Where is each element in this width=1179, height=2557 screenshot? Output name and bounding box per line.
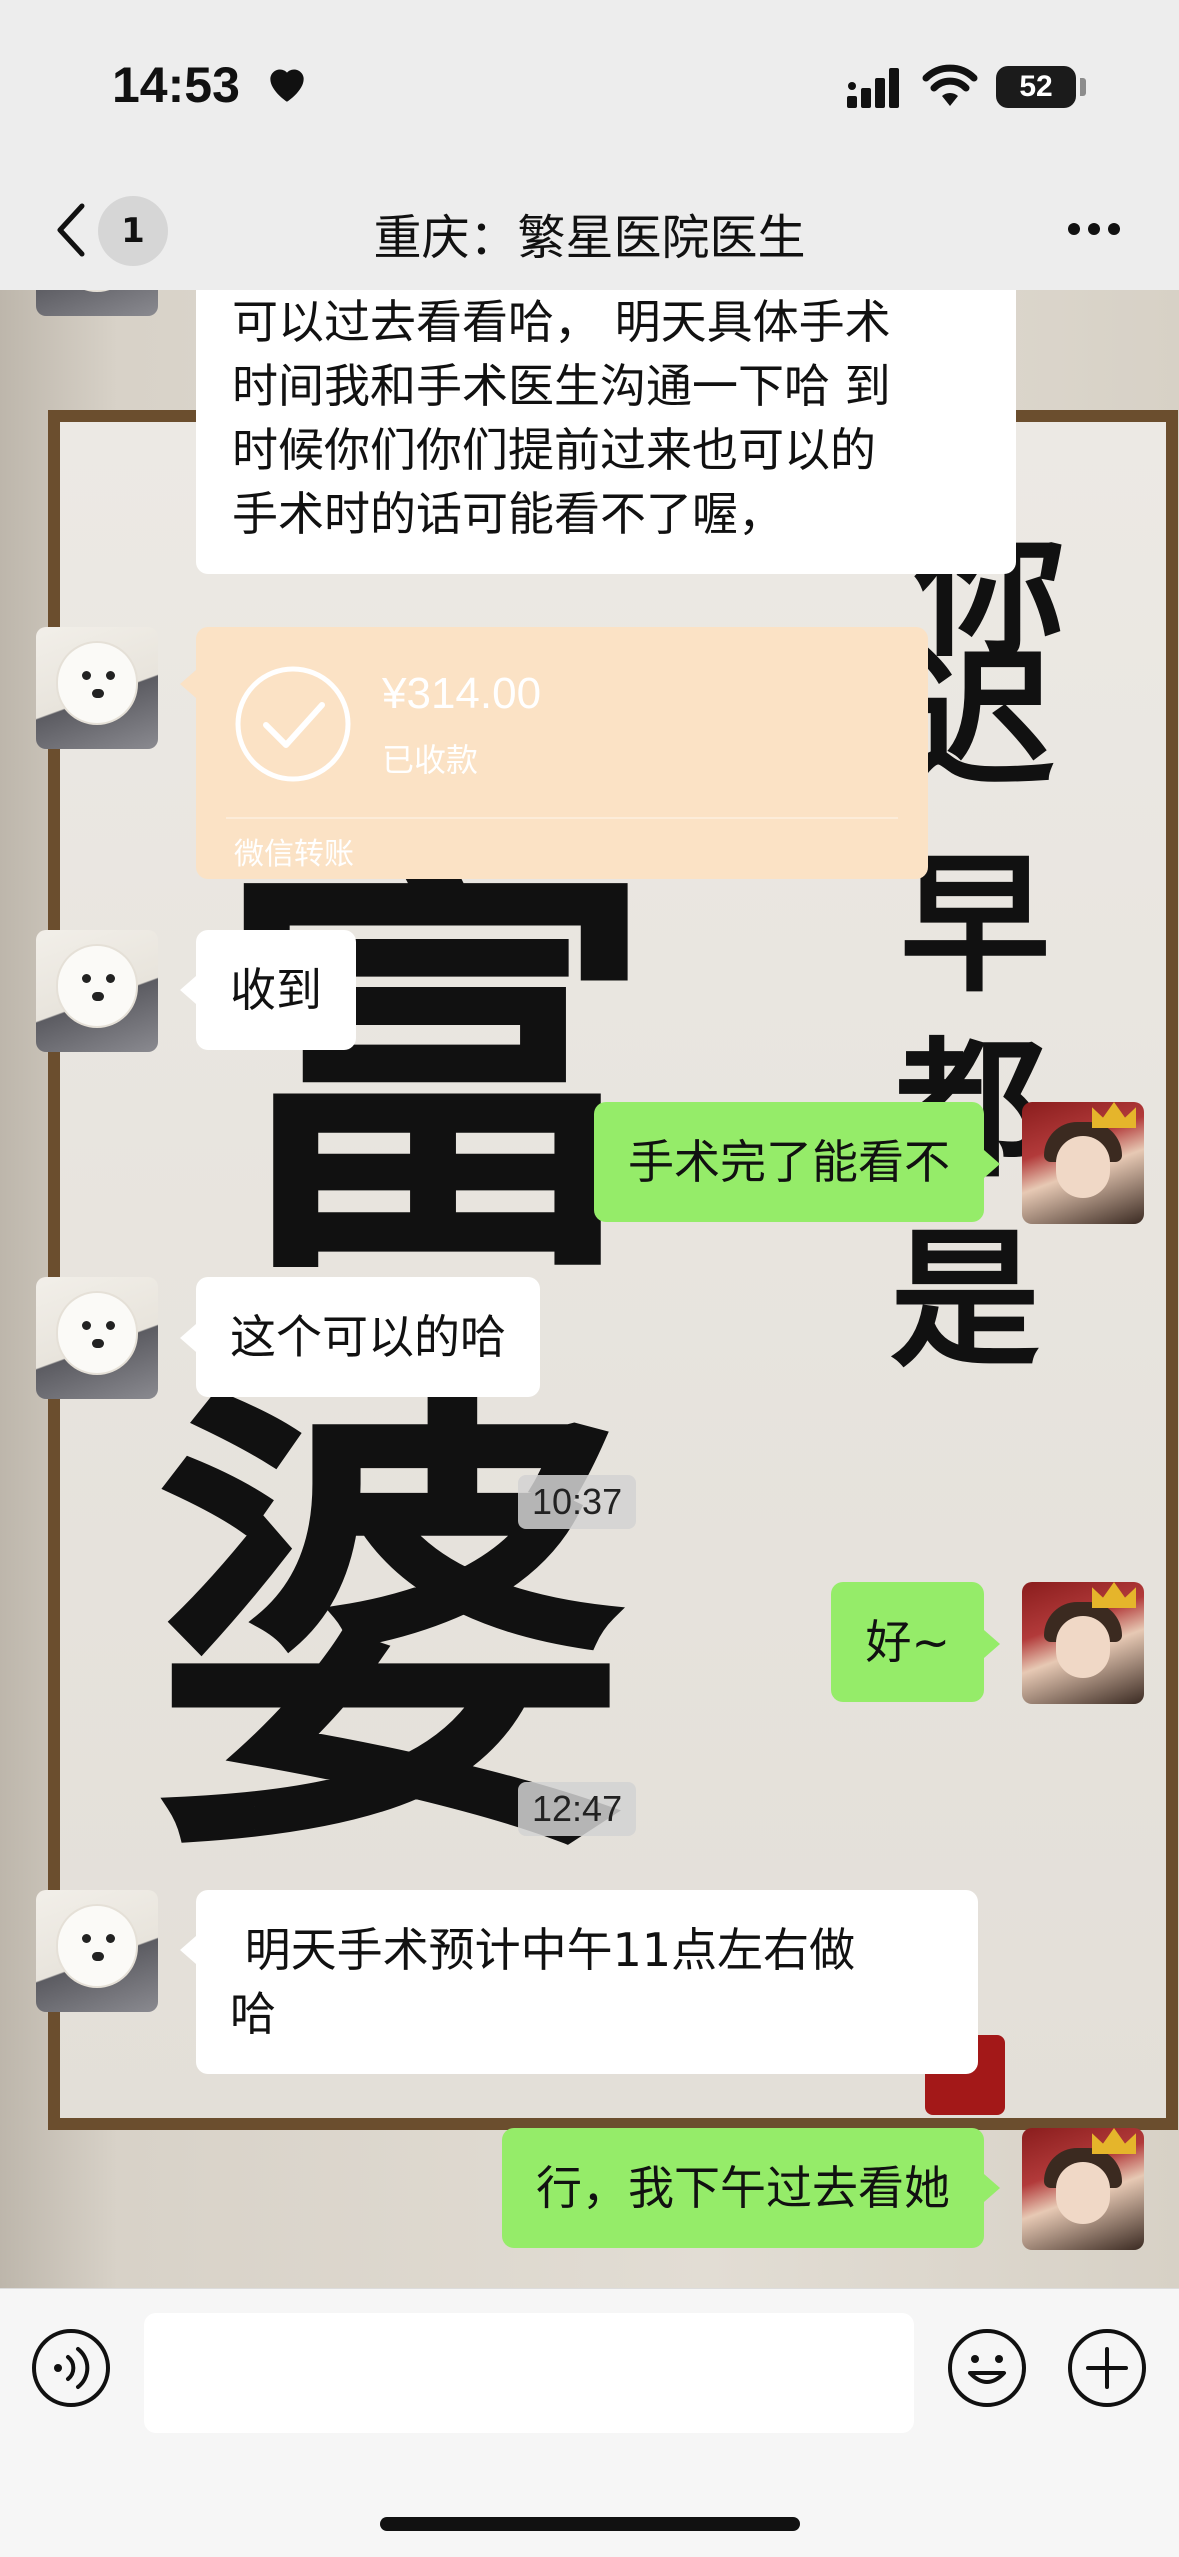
- transfer-amount: ¥314.00: [382, 669, 542, 718]
- signal-icon: [847, 68, 899, 108]
- avatar[interactable]: [36, 627, 158, 749]
- bubble-tail: [180, 670, 196, 698]
- message-timestamp: 12:47: [518, 1782, 637, 1836]
- message-line: 哈: [230, 1987, 276, 2041]
- chat-header: 1 重庆：繁星医院医生: [0, 170, 1179, 290]
- bubble-tail: [984, 1630, 1000, 1658]
- status-time: 14:53: [112, 57, 240, 113]
- more-icon[interactable]: [1064, 214, 1124, 244]
- message-line: 明天手术预计中午11点左右做: [230, 1923, 856, 1977]
- message-line: 可以过去看看哈， 明天具体手术: [232, 295, 891, 349]
- voice-icon[interactable]: [30, 2327, 112, 2409]
- avatar-self[interactable]: [1022, 1102, 1144, 1224]
- message-line: 时间我和手术医生沟通一下哈 到: [232, 359, 891, 413]
- chat-messages[interactable]: 可以过去看看哈， 明天具体手术 时间我和手术医生沟通一下哈 到 时候你们你们提前…: [0, 290, 1179, 2288]
- bubble-tail: [180, 1324, 196, 1352]
- heart-icon: [270, 69, 304, 102]
- message-input[interactable]: [144, 2313, 914, 2433]
- message-bubble-outgoing[interactable]: 手术完了能看不: [594, 1102, 984, 1222]
- home-indicator[interactable]: [380, 2517, 800, 2531]
- transfer-card[interactable]: ¥314.00 已收款 微信转账: [196, 627, 928, 879]
- bubble-tail: [984, 2174, 1000, 2202]
- message-line: 时候你们你们提前过来也可以的: [232, 423, 876, 477]
- bubble-tail: [984, 1150, 1000, 1178]
- avatar-self[interactable]: [1022, 1582, 1144, 1704]
- avatar-self[interactable]: [1022, 2128, 1144, 2250]
- transfer-status: 已收款: [382, 741, 479, 779]
- avatar[interactable]: [36, 930, 158, 1052]
- avatar[interactable]: [36, 290, 158, 316]
- plus-icon[interactable]: [1066, 2327, 1148, 2409]
- wifi-icon: [922, 64, 978, 106]
- message-bubble-incoming[interactable]: 明天手术预计中午11点左右做 哈: [196, 1890, 978, 2074]
- avatar[interactable]: [36, 1890, 158, 2012]
- input-bar: [0, 2288, 1179, 2557]
- message-bubble-outgoing[interactable]: 行，我下午过去看她: [502, 2128, 984, 2248]
- bubble-tail: [180, 976, 196, 1004]
- message-bubble-outgoing[interactable]: 好~: [831, 1582, 984, 1702]
- avatar[interactable]: [36, 1277, 158, 1399]
- transfer-label: 微信转账: [234, 837, 354, 872]
- message-line: 手术时的话可能看不了喔，: [232, 487, 784, 541]
- divider: [226, 817, 898, 819]
- message-bubble-incoming[interactable]: 收到: [196, 930, 356, 1050]
- message-bubble-incoming[interactable]: 可以过去看看哈， 明天具体手术 时间我和手术医生沟通一下哈 到 时候你们你们提前…: [196, 290, 1016, 574]
- status-bar: 14:53 52: [0, 0, 1179, 170]
- message-timestamp: 10:37: [518, 1475, 637, 1529]
- emoji-icon[interactable]: [946, 2327, 1028, 2409]
- chat-title: 重庆：繁星医院医生: [373, 210, 806, 266]
- battery-cap: [1080, 78, 1086, 96]
- bubble-tail: [180, 1936, 196, 1964]
- message-bubble-incoming[interactable]: 这个可以的哈: [196, 1277, 540, 1397]
- battery-icon: 52: [996, 66, 1076, 108]
- check-circle-icon: [235, 666, 351, 782]
